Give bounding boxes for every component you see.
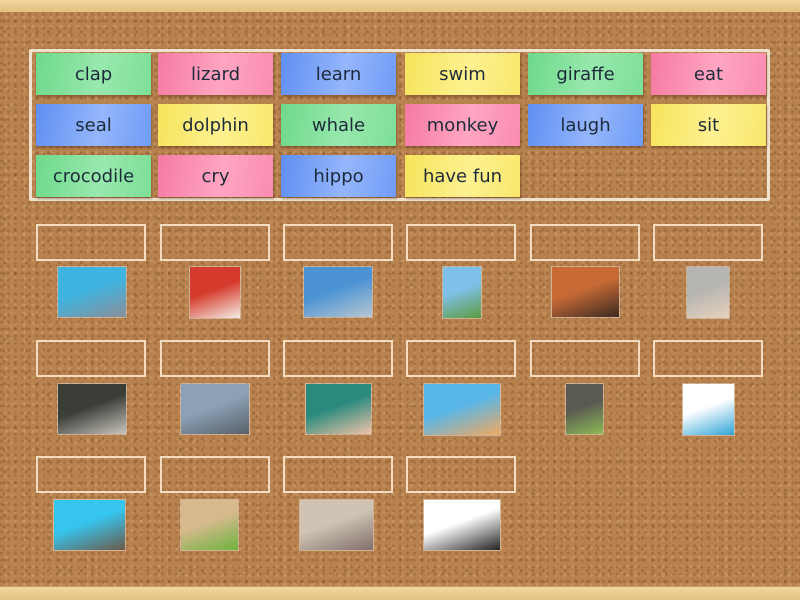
board-frame-bottom [0,586,800,600]
person-learning-illustration [424,500,500,550]
drop-slot[interactable] [160,224,270,261]
boy-eating-photo [190,267,240,318]
word-tile[interactable]: dolphin [158,104,273,146]
drop-slot[interactable] [160,340,270,377]
word-tile[interactable]: lizard [158,53,273,95]
woman-laughing-photo [683,384,734,435]
word-tile[interactable]: learn [281,53,396,95]
giraffe-photo [443,267,481,318]
child-clapping-photo [687,267,729,318]
drop-slot[interactable] [530,340,640,377]
word-tile[interactable]: eat [651,53,766,95]
drop-slot[interactable] [283,340,393,377]
word-tile[interactable]: laugh [528,104,643,146]
drop-slot[interactable] [283,224,393,261]
monkey-photo [566,384,603,434]
drop-slot[interactable] [653,224,763,261]
word-tile[interactable]: crocodile [36,155,151,197]
person-sitting-photo [552,267,619,317]
drop-slot[interactable] [283,456,393,493]
dolphin-photo [58,267,126,317]
word-tile[interactable]: swim [405,53,520,95]
seal-photo [181,384,249,434]
word-tile[interactable]: monkey [405,104,520,146]
drop-slot[interactable] [653,340,763,377]
drop-slot[interactable] [406,340,516,377]
whale-photo [304,267,372,317]
drop-slot[interactable] [160,456,270,493]
drop-slot[interactable] [406,224,516,261]
word-tile[interactable]: giraffe [528,53,643,95]
word-tile[interactable]: clap [36,53,151,95]
child-crying-photo [306,384,371,434]
drop-slot[interactable] [36,340,146,377]
drop-slot[interactable] [36,224,146,261]
word-tile[interactable]: cry [158,155,273,197]
word-tile[interactable]: whale [281,104,396,146]
drop-slot[interactable] [36,456,146,493]
lizard-photo [181,500,238,550]
drop-slot[interactable] [406,456,516,493]
hippo-photo [300,500,373,550]
child-swimming-photo [54,500,125,550]
word-tile[interactable]: hippo [281,155,396,197]
word-tile[interactable]: sit [651,104,766,146]
children-having-fun-photo [424,384,500,435]
word-tile[interactable]: seal [36,104,151,146]
drop-slot[interactable] [530,224,640,261]
crocodile-photo [58,384,126,434]
word-tile[interactable]: have fun [405,155,520,197]
